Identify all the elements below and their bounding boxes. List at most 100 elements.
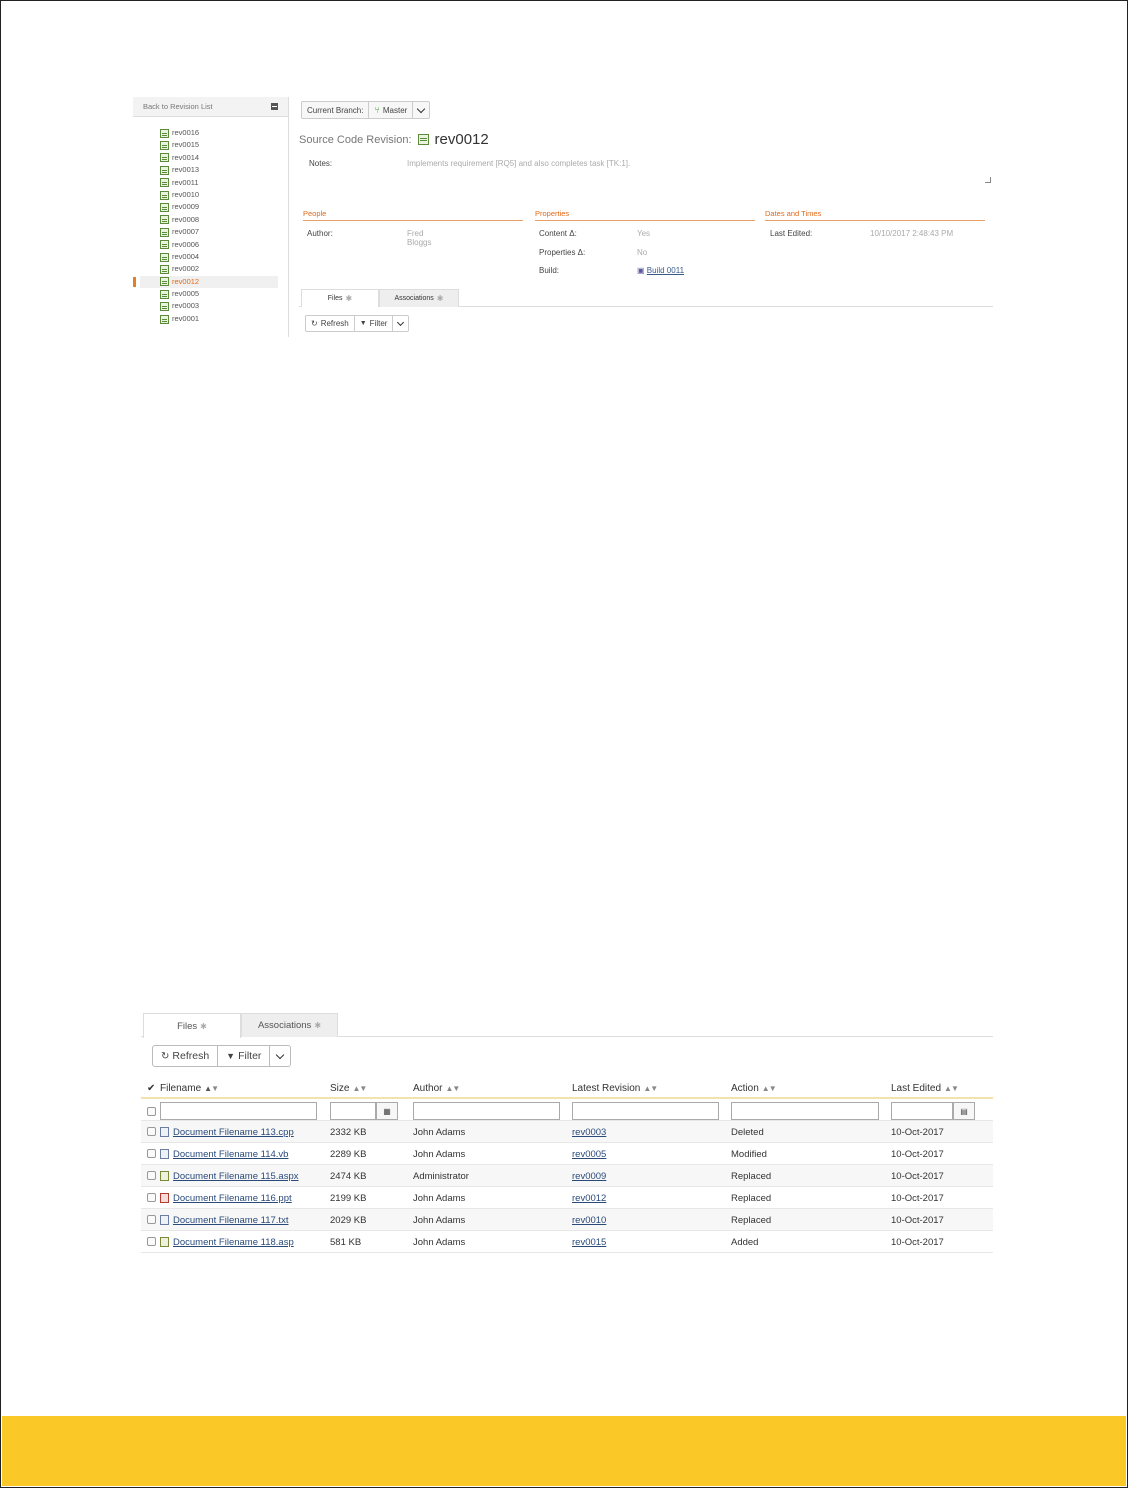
filter-icon: ▼ (226, 1051, 236, 1061)
sidebar-item-rev0016[interactable]: rev0016 (133, 127, 288, 139)
author-cell: John Adams (413, 1126, 466, 1138)
revision-icon (160, 178, 169, 188)
toolbar-dropdown-button[interactable] (393, 316, 408, 331)
branch-dropdown-button[interactable] (413, 102, 429, 118)
action-header-label: Action (731, 1082, 759, 1094)
filename-link[interactable]: Document Filename 116.ppt (173, 1193, 292, 1204)
revision-link[interactable]: rev0015 (572, 1231, 606, 1253)
collapse-icon[interactable] (271, 103, 278, 110)
column-header-filename[interactable]: Filename ▲▼ (160, 1083, 219, 1094)
sidebar-item-rev0004[interactable]: rev0004 (133, 251, 288, 263)
sidebar-item-rev0001[interactable]: rev0001 (133, 313, 288, 325)
row-checkbox[interactable] (147, 1193, 156, 1202)
last-edited-cell: 10-Oct-2017 (891, 1170, 944, 1182)
resize-grip-icon[interactable] (985, 177, 991, 183)
revision-filter-input[interactable] (572, 1102, 719, 1120)
last-edited-filter-input[interactable] (891, 1102, 953, 1120)
sidebar-item-rev0012[interactable]: rev0012 (133, 275, 278, 289)
row-checkbox[interactable] (147, 1237, 156, 1246)
sort-icon[interactable]: ▲▼ (944, 1084, 959, 1093)
calendar-icon[interactable]: ▤ (953, 1102, 975, 1120)
row-checkbox[interactable] (147, 1215, 156, 1224)
sidebar-item-rev0010[interactable]: rev0010 (133, 189, 288, 201)
author-value: Fred Bloggs (407, 229, 432, 247)
sidebar-item-rev0013[interactable]: rev0013 (133, 164, 288, 176)
tab-files[interactable]: Files ✱ (143, 1013, 241, 1038)
tab-associations[interactable]: Associations ✱ (379, 289, 459, 307)
sort-icon[interactable]: ▲▼ (204, 1084, 219, 1093)
sidebar-item-label: rev0001 (172, 313, 200, 323)
row-checkbox[interactable] (147, 1171, 156, 1180)
sidebar-item-rev0008[interactable]: rev0008 (133, 214, 288, 226)
row-checkbox[interactable] (147, 1127, 156, 1136)
sidebar-item-label: rev0003 (172, 301, 200, 311)
sidebar-item-rev0011[interactable]: rev0011 (133, 177, 288, 189)
filename-filter-input[interactable] (160, 1102, 317, 1120)
sidebar-item-rev0002[interactable]: rev0002 (133, 263, 288, 275)
revision-link[interactable]: rev0012 (572, 1187, 606, 1209)
sidebar-item-rev0014[interactable]: rev0014 (133, 152, 288, 164)
author-cell: John Adams (413, 1214, 466, 1226)
revision-link[interactable]: rev0005 (572, 1143, 606, 1165)
filename-link[interactable]: Document Filename 113.cpp (173, 1127, 294, 1138)
filename-cell: Document Filename 118.asp (160, 1231, 294, 1253)
sidebar-item-rev0005[interactable]: rev0005 (133, 288, 288, 300)
filter-label: Filter (238, 1050, 262, 1062)
sidebar-item-rev0009[interactable]: rev0009 (133, 201, 288, 213)
tab-bar: Files ✱ Associations ✱ (141, 1013, 993, 1038)
filter-button[interactable]: ▼ Filter (218, 1046, 271, 1066)
files-grid-screenshot: Files ✱ Associations ✱ ↻ Refresh ▼ Filter ✔ … (141, 1011, 993, 1261)
filename-link[interactable]: Document Filename 118.asp (173, 1237, 294, 1248)
calculator-icon[interactable]: ▦ (376, 1102, 398, 1120)
sort-icon[interactable]: ▲▼ (762, 1084, 777, 1093)
filename-link[interactable]: Document Filename 117.txt (173, 1215, 288, 1226)
branch-value[interactable]: ⑂ Master (369, 102, 414, 118)
refresh-icon: ↻ (311, 319, 318, 328)
notes-label: Notes: (309, 159, 333, 168)
tab-files[interactable]: Files ✱ (301, 289, 379, 307)
sidebar-item-rev0015[interactable]: rev0015 (133, 139, 288, 151)
column-header-last-edited[interactable]: Last Edited ▲▼ (891, 1083, 959, 1094)
back-to-revision-list-link[interactable]: Back to Revision List (143, 102, 213, 111)
row-checkbox[interactable] (147, 1149, 156, 1158)
footer-band (2, 1416, 1126, 1486)
action-filter-input[interactable] (731, 1102, 879, 1120)
select-all-checkbox[interactable] (147, 1107, 156, 1116)
revision-link[interactable]: rev0010 (572, 1209, 606, 1231)
select-all-checkmark-icon[interactable]: ✔ (147, 1083, 155, 1094)
refresh-button[interactable]: ↻ Refresh (306, 316, 355, 331)
column-header-size[interactable]: Size ▲▼ (330, 1083, 367, 1094)
size-filter-input[interactable] (330, 1102, 376, 1120)
size-cell: 2029 KB (330, 1214, 367, 1226)
revision-link[interactable]: rev0009 (572, 1165, 606, 1187)
sidebar-item-rev0007[interactable]: rev0007 (133, 226, 288, 238)
filename-link[interactable]: Document Filename 114.vb (173, 1149, 288, 1160)
toolbar-dropdown-button[interactable] (270, 1046, 290, 1066)
tab-associations[interactable]: Associations ✱ (241, 1013, 338, 1037)
column-header-author[interactable]: Author ▲▼ (413, 1083, 460, 1094)
last-edited-cell: 10-Oct-2017 (891, 1236, 944, 1248)
last-edited-label: Last Edited: (770, 229, 813, 238)
revision-link[interactable]: rev0003 (572, 1121, 606, 1143)
filename-cell: Document Filename 113.cpp (160, 1121, 294, 1143)
revision-icon (417, 134, 429, 145)
revision-icon (160, 153, 169, 163)
action-cell: Modified (731, 1148, 767, 1160)
column-header-latest-revision[interactable]: Latest Revision ▲▼ (572, 1083, 658, 1094)
author-filter-input[interactable] (413, 1102, 560, 1120)
refresh-button[interactable]: ↻ Refresh (153, 1046, 219, 1066)
last-edited-cell: 10-Oct-2017 (891, 1126, 944, 1138)
sidebar-item-rev0006[interactable]: rev0006 (133, 239, 288, 251)
sort-icon[interactable]: ▲▼ (352, 1084, 367, 1093)
build-link[interactable]: ▣ Build 0011 (637, 266, 684, 275)
sort-icon[interactable]: ▲▼ (445, 1084, 460, 1093)
sidebar-item-rev0003[interactable]: rev0003 (133, 300, 288, 312)
sidebar-item-label: rev0011 (172, 177, 199, 187)
branch-selector[interactable]: Current Branch: ⑂ Master (301, 101, 431, 119)
filter-button[interactable]: ▼ Filter (355, 316, 394, 331)
sort-icon[interactable]: ▲▼ (643, 1084, 658, 1093)
table-row: Document Filename 114.vb 2289 KB John Adam… (141, 1143, 993, 1165)
column-header-action[interactable]: Action ▲▼ (731, 1082, 777, 1094)
filename-link[interactable]: Document Filename 115.aspx (173, 1171, 299, 1182)
refresh-label: Refresh (320, 319, 349, 328)
